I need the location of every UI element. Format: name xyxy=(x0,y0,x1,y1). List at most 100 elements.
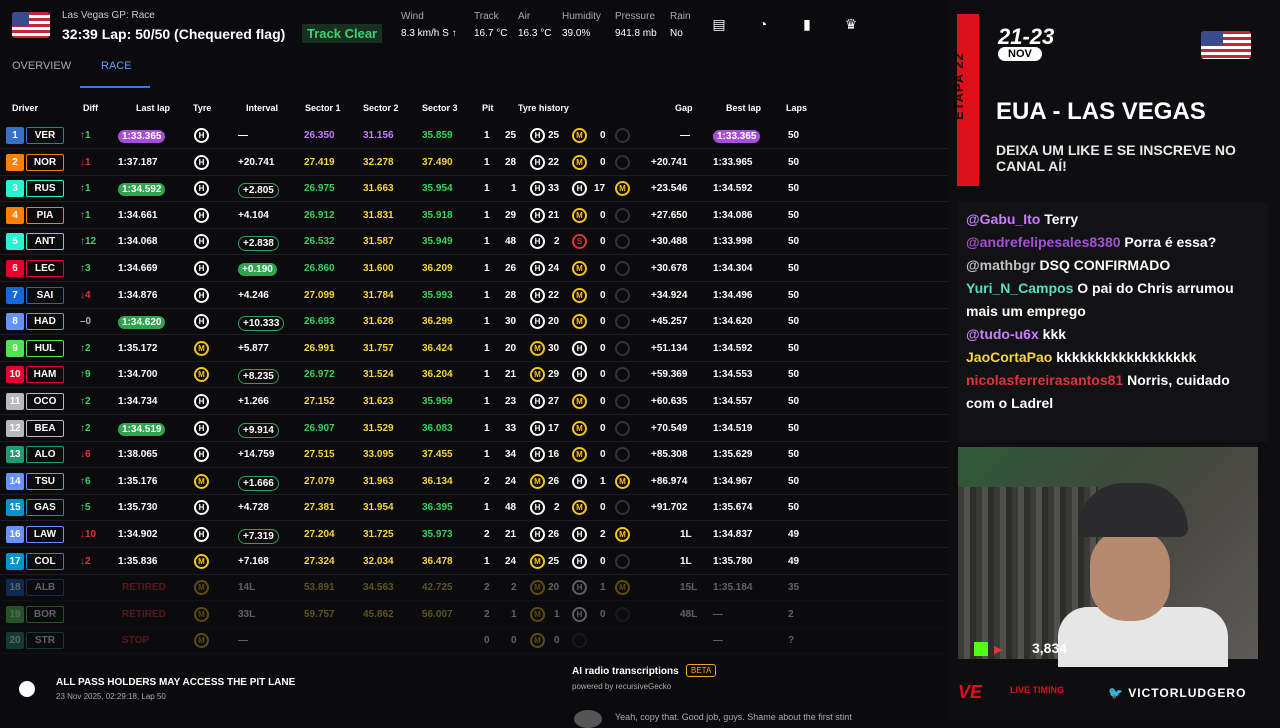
stint-tyre-icon: H xyxy=(572,367,587,383)
sector-3: 37.490 xyxy=(422,156,453,168)
webcam-feed xyxy=(958,447,1258,667)
driver-code: GAS xyxy=(26,499,64,517)
twitter-name: VICTORLUDGERO xyxy=(1128,686,1247,700)
sector-2: 31.831 xyxy=(363,209,394,221)
chat-username[interactable]: @Gabu_Ito xyxy=(966,211,1040,227)
column-header: Last lap xyxy=(136,103,171,113)
chat-username[interactable]: @mathbgr xyxy=(966,257,1036,273)
table-row[interactable]: 16 LAW ↓10 1:34.902 H +7.319 27.204 31.725 35.97… xyxy=(0,522,948,548)
table-row[interactable]: 1 VER ↑1 1:33.365 H —26.350 31.156 35.859 1 25 H 25… xyxy=(0,123,948,149)
gap: +60.635 xyxy=(651,396,688,407)
table-row[interactable]: 13 ALO ↓6 1:38.065 H +14.759 27.515 33.095 37.45… xyxy=(0,442,948,469)
gap: +45.257 xyxy=(651,316,688,328)
last-lap: 1:34.592 xyxy=(118,183,166,197)
stint-laps: 24 xyxy=(548,263,560,274)
stint-tyre-icon: H xyxy=(572,181,587,197)
table-row[interactable]: 10 HAM ↑9 1:34.700 M +8.235 26.972 31.524 36.204… xyxy=(0,362,948,389)
sector-3: 35.949 xyxy=(422,236,453,248)
driver-code: VER xyxy=(26,127,64,144)
weather-value: No xyxy=(670,28,683,39)
best-lap: 1:33.965 xyxy=(713,156,753,168)
sector-1: 53.891 xyxy=(304,582,335,594)
table-row[interactable]: 8 HAD –0 1:34.620 H +10.333 26.693 31.628 36.299… xyxy=(0,309,948,336)
stint-tyre-icon: H xyxy=(572,473,587,489)
best-lap: 1:33.998 xyxy=(713,236,753,248)
table-row[interactable]: 2 NOR ↓1 1:37.187 H +20.741 27.419 32.278 37.490… xyxy=(0,150,948,176)
table-row[interactable]: 11 OCO ↑2 1:34.734 H +1.266 27.152 31.623 35.959… xyxy=(0,389,948,415)
viewer-count: 3,834 xyxy=(1032,640,1068,656)
tab-overview[interactable]: OVERVIEW xyxy=(12,60,71,72)
sector-3: 37.455 xyxy=(422,449,453,461)
position-diff: ↓10 xyxy=(80,529,97,540)
chat-username[interactable]: @andrefelipesales8380 xyxy=(966,234,1121,250)
bar-chart-icon[interactable]: ▮ xyxy=(798,16,816,34)
stint-laps: 0 xyxy=(600,449,606,461)
stint-tyre-icon: M xyxy=(572,314,587,330)
twitter-icon: 🐦 xyxy=(1108,686,1129,700)
table-row[interactable]: 3 RUS ↑1 1:34.592 H +2.805 26.975 31.663 35.954 1… xyxy=(0,176,948,203)
table-row[interactable]: 7 SAI ↓4 1:34.876 H +4.246 27.099 31.784 35.993 1… xyxy=(0,283,948,309)
stint-tyre-icon: M xyxy=(530,633,545,649)
stint-tyre-icon: E xyxy=(615,314,630,330)
stint-laps: 0 xyxy=(600,502,606,514)
laps-completed: 50 xyxy=(788,422,800,434)
sector-1: 27.419 xyxy=(304,156,335,168)
table-row[interactable]: 20STRSTOPM—00M0E—? xyxy=(0,628,948,655)
tyre-compound-icon: M xyxy=(194,606,209,622)
table-row[interactable]: 12 BEA ↑2 1:34.519 H +9.914 26.907 31.529 36.083… xyxy=(0,416,948,442)
table-row[interactable]: 15 GAS ↑5 1:35.730 H +4.728 27.381 31.954 36.395… xyxy=(0,495,948,522)
sector-3: 35.973 xyxy=(422,529,453,540)
table-row[interactable]: 18 ALB RETIRED M 14L 53.891 34.563 42.725 2 2 M 20 H… xyxy=(0,575,948,602)
stint-tyre-icon: M xyxy=(530,553,545,569)
gap: +20.741 xyxy=(651,156,688,168)
best-lap: 1:34.620 xyxy=(713,316,753,328)
table-row[interactable]: 6 LEC ↑3 1:34.669 H +0.190 26.860 31.600 36.209 1… xyxy=(0,256,948,282)
sector-3: 35.954 xyxy=(422,183,453,195)
table-row[interactable]: 5 ANT ↑12 1:34.068 H +2.838 26.532 31.587 35.949… xyxy=(0,229,948,256)
table-row[interactable]: 9 HUL ↑2 1:35.172 M +5.877 26.991 31.757 36.424 1… xyxy=(0,336,948,362)
driver-code: LAW xyxy=(26,526,64,543)
stint-laps: 1 xyxy=(511,183,517,195)
laps-completed: 50 xyxy=(788,342,800,354)
position-number: 5 xyxy=(6,233,24,251)
stint-tyre-icon: M xyxy=(572,207,587,223)
table-row[interactable]: 19 BOR RETIRED M 33L 59.757 45.862 56.007 2 1 M 1 H 0… xyxy=(0,602,948,628)
position-number: 12 xyxy=(6,419,24,437)
stint-laps: 34 xyxy=(505,449,517,461)
tab-race[interactable]: RACE xyxy=(101,60,132,72)
position-number: 3 xyxy=(6,180,24,198)
gap: +27.650 xyxy=(651,209,688,221)
table-row[interactable]: 14 TSU ↑6 1:35.176 M +1.666 27.079 31.963 36.134… xyxy=(0,469,948,495)
stint-laps: 21 xyxy=(505,529,517,540)
chat-username[interactable]: JaoCortaPao xyxy=(966,349,1052,365)
interval: +5.877 xyxy=(238,342,269,354)
last-lap: 1:34.068 xyxy=(118,236,158,248)
pit-count: 1 xyxy=(484,422,490,434)
sector-3: 36.209 xyxy=(422,263,453,274)
laps-completed: 50 xyxy=(788,263,800,274)
chat-username[interactable]: @tudo-u6x xyxy=(966,326,1039,342)
position-diff: ↓2 xyxy=(80,555,91,567)
column-header: Laps xyxy=(786,103,808,113)
tyre-compound-icon: H xyxy=(194,261,209,276)
speedometer-icon[interactable]: ◔ xyxy=(754,16,772,34)
table-row[interactable]: 4 PIA ↑1 1:34.661 H +4.104 26.912 31.831 35.918 1… xyxy=(0,203,948,229)
sector-2: 45.862 xyxy=(363,608,394,620)
stint-tyre-icon: M xyxy=(572,420,587,436)
youtube-icon: ▶ xyxy=(994,644,1003,656)
interval: +4.246 xyxy=(238,289,269,301)
stint-tyre-icon: S xyxy=(572,234,587,250)
sector-1: 27.381 xyxy=(304,502,335,514)
chat-username[interactable]: nicolasferreirasantos81 xyxy=(966,372,1123,388)
chat-username[interactable]: Yuri_N_Campos xyxy=(966,280,1073,296)
document-icon[interactable]: ▤ xyxy=(710,16,728,34)
trophy-icon[interactable]: ♛ xyxy=(842,16,860,34)
position-number: 17 xyxy=(6,552,24,570)
last-lap: 1:34.669 xyxy=(118,263,158,274)
position-diff: ↓4 xyxy=(80,289,91,301)
best-lap: 1:35.780 xyxy=(713,555,753,567)
last-lap: 1:34.876 xyxy=(118,289,158,301)
chat-message: @mathbgr DSQ CONFIRMADO xyxy=(966,254,1260,277)
table-row[interactable]: 17 COL ↓2 1:35.836 M +7.168 27.324 32.034 36.478… xyxy=(0,549,948,575)
tyre-compound-icon: H xyxy=(194,314,209,330)
